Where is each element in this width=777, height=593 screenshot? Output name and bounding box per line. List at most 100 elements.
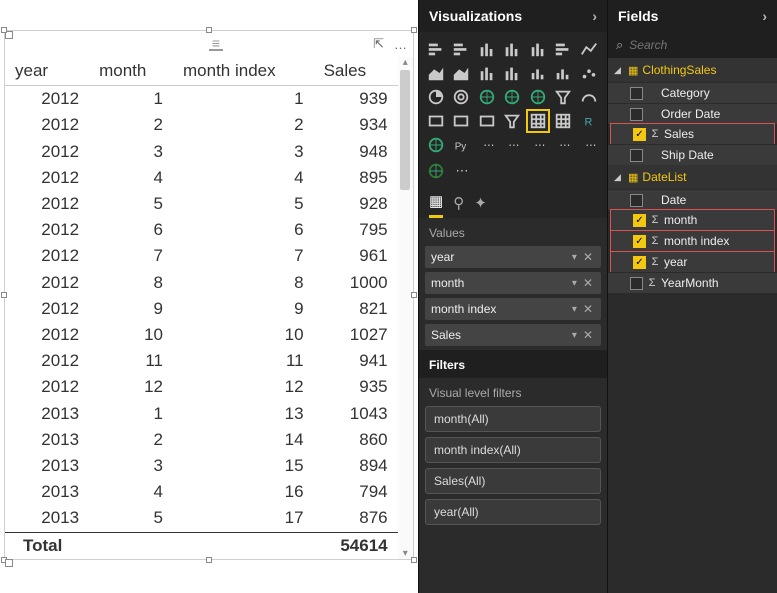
more-visuals-icon[interactable]: ⋯ — [451, 160, 473, 182]
chevron-right-icon[interactable]: › — [762, 8, 767, 24]
funnel-icon[interactable] — [552, 86, 574, 108]
table-icon[interactable] — [527, 110, 549, 132]
value-well[interactable]: Sales ▾ ✕ — [425, 324, 601, 346]
bar-100-icon[interactable] — [552, 38, 574, 60]
pie-icon[interactable] — [425, 86, 447, 108]
visual-filter-icon[interactable]: ≡ — [209, 38, 223, 51]
python-icon[interactable]: Py — [450, 134, 472, 156]
area-icon[interactable] — [425, 62, 447, 84]
column-header[interactable]: year — [5, 57, 89, 86]
remove-icon[interactable]: ✕ — [581, 250, 595, 264]
remove-icon[interactable]: ✕ — [581, 276, 595, 290]
column-clustered-icon[interactable] — [501, 38, 523, 60]
filled-map-icon[interactable] — [527, 86, 549, 108]
field-row[interactable]: ✓ Σ month index — [610, 230, 775, 252]
field-row[interactable]: Σ YearMonth — [608, 272, 777, 293]
field-row[interactable]: ✓ Σ month — [610, 209, 775, 231]
filter-pill[interactable]: year(All) — [425, 499, 601, 525]
report-canvas[interactable]: ≡ ⇱ … yearmonthmonth indexSales 20121193… — [0, 0, 418, 593]
visual-more-icon[interactable]: … — [394, 37, 407, 52]
field-table-header[interactable]: ◢ ▦ DateList — [608, 165, 777, 189]
field-row[interactable]: Category — [608, 82, 777, 103]
fields-header[interactable]: Fields › — [608, 0, 777, 32]
table-icon: ▦ — [628, 171, 638, 184]
fields-search[interactable]: ⌕ — [608, 32, 777, 58]
fields-tab-icon[interactable]: ▦ — [429, 192, 443, 218]
field-checkbox[interactable]: ✓ — [633, 256, 646, 269]
decomposition-icon[interactable]: ⋯ — [552, 134, 574, 156]
field-checkbox[interactable]: ✓ — [633, 128, 646, 141]
field-label: Category — [661, 86, 710, 100]
field-row[interactable]: Date — [608, 189, 777, 210]
column-header[interactable]: Sales — [314, 57, 398, 86]
paginated-icon[interactable]: ⋯ — [527, 134, 549, 156]
field-checkbox[interactable] — [630, 277, 643, 290]
table-scrollbar[interactable]: ▴ ▾ — [398, 57, 413, 559]
treemap-icon[interactable] — [476, 86, 498, 108]
field-checkbox[interactable] — [630, 108, 643, 121]
sigma-icon: Σ — [650, 214, 660, 226]
area-stacked-icon[interactable] — [450, 62, 472, 84]
ribbon-icon[interactable] — [527, 62, 549, 84]
qa-icon[interactable]: ⋯ — [501, 134, 523, 156]
field-row[interactable]: Ship Date — [608, 144, 777, 165]
search-input[interactable] — [629, 38, 777, 52]
bar-stacked-icon[interactable] — [425, 38, 447, 60]
field-label: month — [664, 213, 697, 227]
chevron-down-icon[interactable]: ▾ — [568, 278, 581, 289]
field-checkbox[interactable] — [630, 149, 643, 162]
focus-mode-icon[interactable]: ⇱ — [373, 36, 384, 52]
filter-pill[interactable]: Sales(All) — [425, 468, 601, 494]
remove-icon[interactable]: ✕ — [581, 328, 595, 342]
filter-pill[interactable]: month index(All) — [425, 437, 601, 463]
r-visual-icon[interactable]: R — [578, 110, 600, 132]
chevron-down-icon[interactable]: ▾ — [568, 252, 581, 263]
field-row[interactable]: Order Date — [608, 103, 777, 124]
field-checkbox[interactable]: ✓ — [633, 235, 646, 248]
arcgis-icon[interactable] — [425, 134, 447, 156]
matrix-icon[interactable] — [552, 110, 574, 132]
column-stacked-icon[interactable] — [476, 38, 498, 60]
key-influencers-icon[interactable]: ⋯ — [476, 134, 498, 156]
field-checkbox[interactable]: ✓ — [633, 214, 646, 227]
card-icon[interactable] — [425, 110, 447, 132]
custom-visual-icon[interactable]: ⋯ — [578, 134, 600, 156]
gauge-icon[interactable] — [578, 86, 600, 108]
filters-label: Filters — [419, 350, 607, 378]
multi-card-icon[interactable] — [450, 110, 472, 132]
value-well[interactable]: month ▾ ✕ — [425, 272, 601, 294]
visualizations-header[interactable]: Visualizations › — [419, 0, 607, 32]
chevron-right-icon[interactable]: › — [592, 8, 597, 24]
svg-text:⋯: ⋯ — [560, 140, 571, 152]
bar-clustered-icon[interactable] — [450, 38, 472, 60]
filter-pill[interactable]: month(All) — [425, 406, 601, 432]
scatter-icon[interactable] — [578, 62, 600, 84]
column-100-icon[interactable] — [527, 38, 549, 60]
map-icon[interactable] — [501, 86, 523, 108]
remove-icon[interactable]: ✕ — [581, 302, 595, 316]
table-visual-frame[interactable]: ≡ ⇱ … yearmonthmonth indexSales 20121193… — [4, 30, 414, 560]
arcgis-icon[interactable] — [425, 160, 447, 182]
waterfall-icon[interactable] — [552, 62, 574, 84]
slicer-icon[interactable] — [501, 110, 523, 132]
field-label: month index — [664, 234, 729, 248]
value-well[interactable]: year ▾ ✕ — [425, 246, 601, 268]
field-checkbox[interactable] — [630, 87, 643, 100]
field-row[interactable]: ✓ Σ Sales — [610, 123, 775, 145]
line-icon[interactable] — [578, 38, 600, 60]
kpi-icon[interactable] — [476, 110, 498, 132]
field-checkbox[interactable] — [630, 194, 643, 207]
field-table-header[interactable]: ◢ ▦ ClothingSales — [608, 58, 777, 82]
line-column-stacked-icon[interactable] — [501, 62, 523, 84]
chevron-down-icon[interactable]: ▾ — [568, 330, 581, 341]
column-header[interactable]: month — [89, 57, 173, 86]
data-table: yearmonthmonth indexSales 20121193920122… — [5, 57, 398, 559]
column-header[interactable]: month index — [173, 57, 314, 86]
format-tab-icon[interactable]: ⚲ — [453, 194, 464, 217]
line-column-icon[interactable] — [476, 62, 498, 84]
field-row[interactable]: ✓ Σ year — [610, 251, 775, 273]
donut-icon[interactable] — [450, 86, 472, 108]
chevron-down-icon[interactable]: ▾ — [568, 304, 581, 315]
value-well[interactable]: month index ▾ ✕ — [425, 298, 601, 320]
analytics-tab-icon[interactable]: ✦ — [474, 194, 487, 217]
